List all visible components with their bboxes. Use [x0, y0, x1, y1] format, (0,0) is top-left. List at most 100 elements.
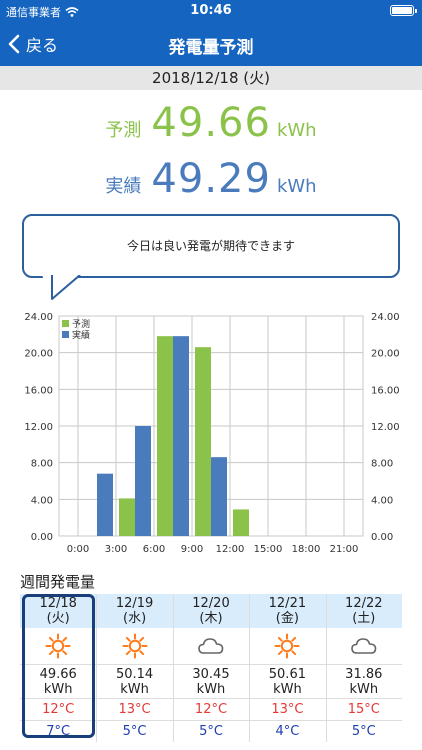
day-energy-value: 50.14: [115, 667, 154, 682]
day-high-temp: 13°C: [249, 698, 326, 720]
day-high-temp: 15°C: [325, 698, 402, 720]
day-weekday: (火): [46, 611, 70, 626]
x-tick-label: 6:00: [143, 544, 165, 555]
bar-forecast: [157, 336, 173, 536]
day-weekday: (水): [123, 611, 147, 626]
date-bar: 2018/12/18 (火): [0, 66, 422, 90]
day-energy: 50.14 kWh: [96, 664, 173, 698]
day-column-12-21[interactable]: 12/21 (金) 50.61 kWh 13°C 4°C: [249, 594, 326, 742]
day-date: 12/22 (土): [325, 594, 402, 628]
forecast-value: 49.66: [151, 100, 271, 146]
day-low-temp: 4°C: [249, 720, 326, 742]
day-energy-value: 30.45: [192, 667, 230, 682]
bubble-tail: [42, 275, 81, 300]
y-tick-label-right: 0.00: [371, 532, 393, 543]
status-time: 10:46: [190, 3, 232, 18]
x-tick-label: 18:00: [292, 544, 321, 555]
day-column-12-19[interactable]: 12/19 (水) 50.14 kWh 13°C 5°C: [96, 594, 173, 742]
day-low-temp: 7°C: [20, 720, 97, 742]
bar-actual: [135, 426, 151, 536]
bar-actual: [97, 473, 113, 536]
y-tick-label-left: 24.00: [24, 312, 53, 323]
day-date-text: 12/21: [268, 596, 307, 611]
legend-swatch: [62, 331, 69, 338]
weekly-title: 週間発電量: [20, 573, 96, 591]
weekly-forecast-table: 12/18 (火) 49.66 kWh 12°C 7°C 12/19 (水) 5…: [20, 594, 402, 742]
day-weekday: (金): [275, 611, 299, 626]
sun-icon: [96, 628, 173, 664]
actual-unit: kWh: [276, 176, 317, 197]
generation-chart: 0.00 0.00 4.00 4.00 8.00 8.00 12.00 12.00 16.00 1…: [24, 312, 400, 555]
day-energy-value: 50.61: [268, 667, 306, 682]
day-energy-unit: kWh: [43, 682, 73, 697]
sun-icon: [20, 628, 97, 664]
legend-label: 予測: [72, 318, 90, 330]
battery-icon: [390, 5, 417, 16]
day-date-text: 12/19: [115, 596, 154, 611]
x-tick-label: 0:00: [67, 544, 89, 555]
day-energy-unit: kWh: [196, 682, 226, 697]
day-weekday: (木): [199, 611, 223, 626]
x-tick-label: 9:00: [181, 544, 203, 555]
sun-icon: [249, 628, 326, 664]
day-energy: 31.86 kWh: [325, 664, 402, 698]
message-bubble: 今日は良い発電が期待できます: [22, 214, 400, 278]
column-divider: [249, 594, 251, 742]
day-date: 12/21 (金): [249, 594, 326, 628]
bar-forecast: [233, 509, 249, 536]
legend-swatch: [62, 320, 69, 327]
y-tick-label-right: 4.00: [371, 495, 393, 506]
y-tick-label-right: 16.00: [371, 385, 400, 396]
day-high-temp: 12°C: [172, 698, 250, 720]
day-energy: 50.61 kWh: [249, 664, 326, 698]
y-tick-label-right: 8.00: [371, 459, 393, 470]
bar-actual: [211, 457, 227, 536]
y-tick-label-right: 24.00: [371, 312, 400, 323]
legend-label: 実績: [72, 329, 90, 341]
day-energy-unit: kWh: [349, 682, 379, 697]
y-tick-label-right: 20.00: [371, 349, 400, 360]
day-energy: 30.45 kWh: [172, 664, 250, 698]
y-tick-label-left: 20.00: [24, 349, 53, 360]
day-date: 12/19 (水): [96, 594, 173, 628]
day-date: 12/20 (木): [172, 594, 250, 628]
day-energy-unit: kWh: [273, 682, 302, 697]
cloud-icon: [325, 628, 402, 664]
nav-bar: 戻る 発電量予測: [0, 24, 422, 64]
day-low-temp: 5°C: [96, 720, 173, 742]
x-tick-label: 3:00: [105, 544, 127, 555]
y-tick-label-left: 0.00: [31, 532, 53, 543]
y-tick-label-left: 8.00: [31, 459, 53, 470]
bar-forecast: [195, 347, 211, 536]
day-energy: 49.66 kWh: [20, 664, 97, 698]
cloud-icon: [172, 628, 250, 664]
forecast-unit: kWh: [276, 120, 317, 141]
column-divider: [325, 594, 327, 742]
forecast-label: 予測: [105, 120, 142, 141]
bar-forecast: [119, 498, 135, 536]
day-column-12-18[interactable]: 12/18 (火) 49.66 kWh 12°C 7°C: [20, 594, 97, 742]
day-date-text: 12/22: [345, 596, 383, 611]
column-divider: [172, 594, 174, 742]
actual-value: 49.29: [151, 156, 271, 202]
column-divider: [96, 594, 98, 742]
status-bar: 通信事業者 10:46: [0, 0, 422, 22]
day-date-text: 12/20: [192, 596, 230, 611]
day-weekday: (土): [352, 611, 376, 626]
page-title: 発電量予測: [168, 38, 254, 58]
day-energy-value: 49.66: [39, 667, 77, 682]
x-tick-label: 12:00: [216, 544, 245, 555]
day-energy-value: 31.86: [345, 667, 383, 682]
day-high-temp: 12°C: [20, 698, 97, 720]
bar-actual: [173, 336, 189, 536]
y-tick-label-left: 12.00: [24, 422, 53, 433]
app-header: 通信事業者 10:46 戻る 発電量予測: [0, 0, 422, 66]
forecast-summary: 予測 49.66 kWh: [0, 100, 422, 148]
day-column-12-20[interactable]: 12/20 (木) 30.45 kWh 12°C 5°C: [172, 594, 250, 742]
day-column-12-22[interactable]: 12/22 (土) 31.86 kWh 15°C 5°C: [325, 594, 402, 742]
x-tick-label: 15:00: [254, 544, 283, 555]
y-tick-label-left: 4.00: [31, 495, 53, 506]
day-date: 12/18 (火): [20, 594, 97, 628]
actual-summary: 実績 49.29 kWh: [0, 156, 422, 204]
day-high-temp: 13°C: [96, 698, 173, 720]
